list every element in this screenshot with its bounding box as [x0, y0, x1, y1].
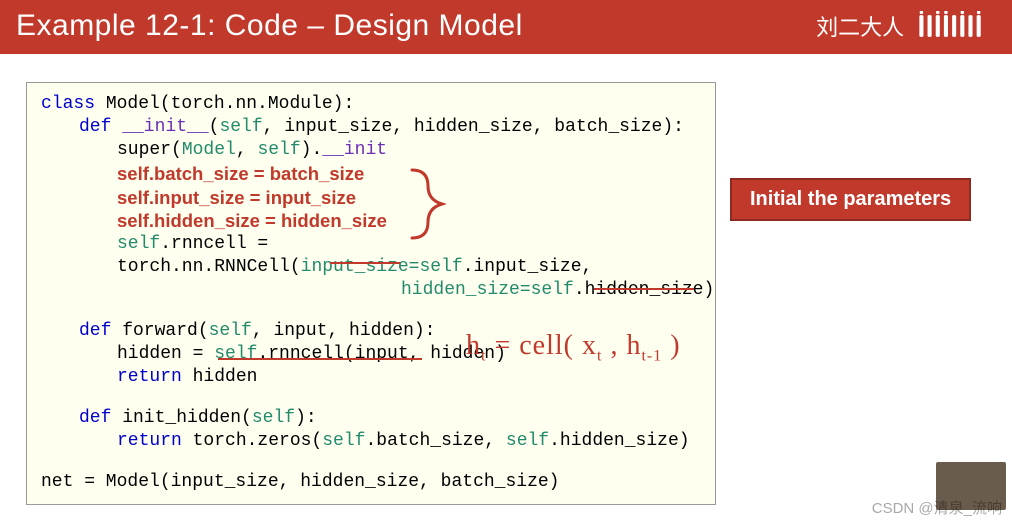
code-line-emph: self.batch_size = batch_size — [41, 162, 707, 186]
callout-initial-parameters: Initial the parameters — [730, 178, 971, 221]
code-line: def init_hidden(self): — [41, 407, 707, 430]
code-line-emph: self.input_size = input_size — [41, 186, 707, 210]
code-line: return hidden — [41, 366, 707, 389]
code-line: super(Model, self).__init — [41, 139, 707, 162]
code-line-emph: self.hidden_size = hidden_size — [41, 209, 707, 233]
slide-header: Example 12-1: Code – Design Model 刘二大人 — [0, 0, 1012, 54]
code-line: return torch.zeros(self.batch_size, self… — [41, 430, 707, 453]
slide-title: Example 12-1: Code – Design Model — [16, 9, 523, 43]
code-line: class Model(torch.nn.Module): — [41, 93, 707, 116]
header-right: 刘二大人 — [816, 10, 1000, 42]
hand-formula: ht = cell( xt , ht-1 ) — [466, 330, 681, 366]
code-line: self.rnncell = torch.nn.RNNCell(input_si… — [41, 233, 707, 279]
author-name: 刘二大人 — [816, 10, 904, 42]
code-line: def __init__(self, input_size, hidden_si… — [41, 116, 707, 139]
code-line: net = Model(input_size, hidden_size, bat… — [41, 471, 707, 494]
watermark-text: CSDN @清泉_流响 — [872, 497, 1002, 518]
bilibili-logo-icon — [918, 11, 1000, 41]
code-line: hidden_size=self.hidden_size) — [41, 279, 707, 302]
code-block: class Model(torch.nn.Module): def __init… — [26, 82, 716, 505]
